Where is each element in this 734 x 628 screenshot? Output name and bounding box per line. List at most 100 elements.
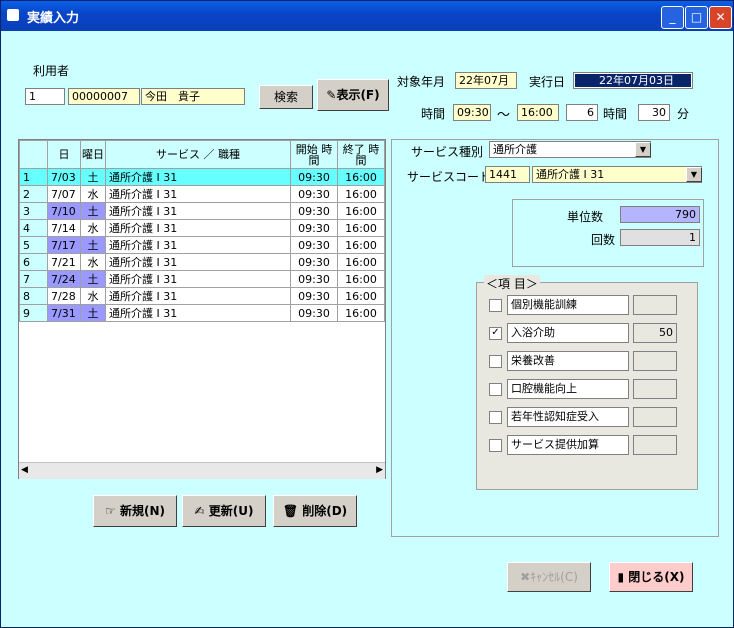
weekday-cell: 土 xyxy=(80,202,106,220)
exec-field[interactable]: 22年07月03日 xyxy=(573,72,693,89)
hours-field[interactable]: 6 xyxy=(566,104,598,121)
items-title: ＜項 目＞ xyxy=(484,275,540,292)
scroll-right-icon[interactable]: ▶ xyxy=(376,465,383,475)
start-cell: 09:30 xyxy=(290,287,338,305)
item-label: 口腔機能向上 xyxy=(507,379,629,399)
service-code-field[interactable]: 1441 xyxy=(485,166,530,183)
unit-field: 790 xyxy=(620,206,700,223)
item-value[interactable] xyxy=(633,435,677,455)
time-label: 時間 xyxy=(421,107,446,121)
item-value[interactable] xyxy=(633,351,677,371)
item-checkbox[interactable] xyxy=(489,383,502,396)
table-row[interactable]: 7 7/24 土通所介護 I 31 09:30 16:00 xyxy=(19,270,385,288)
service-type-select[interactable]: 通所介護 xyxy=(489,141,651,158)
new-button[interactable]: ☞ 新規(N) xyxy=(93,495,177,527)
start-cell: 09:30 xyxy=(290,236,338,254)
weekday-cell: 土 xyxy=(80,304,106,322)
row-number: 3 xyxy=(19,202,48,220)
show-button-label: 表示(F) xyxy=(336,88,380,102)
service-cell: 通所介護 I 31 xyxy=(105,168,291,186)
col-rownum xyxy=(19,140,48,169)
day-cell: 7/10 xyxy=(47,202,81,220)
table-row[interactable]: 5 7/17 土通所介護 I 31 09:30 16:00 xyxy=(19,236,385,254)
item-label: 入浴介助 xyxy=(507,323,629,343)
start-time-field[interactable]: 09:30 xyxy=(453,104,491,121)
window-title: 実績入力 xyxy=(27,11,80,26)
item-checkbox[interactable] xyxy=(489,411,502,424)
service-code-select[interactable]: 通所介護 I 31 xyxy=(532,166,702,183)
row-number: 5 xyxy=(19,236,48,254)
show-button[interactable]: ✎表示(F) xyxy=(317,79,389,111)
close-icon[interactable]: ✕ xyxy=(709,6,732,29)
item-value[interactable]: 50 xyxy=(633,323,677,343)
end-time-field[interactable]: 16:00 xyxy=(517,104,559,121)
close-button[interactable]: ▮ 閉じる(X) xyxy=(609,562,693,592)
service-cell: 通所介護 I 31 xyxy=(105,304,291,322)
item-checkbox[interactable]: ✓ xyxy=(489,327,502,340)
day-cell: 7/07 xyxy=(47,185,81,203)
day-cell: 7/24 xyxy=(47,270,81,288)
end-cell: 16:00 xyxy=(337,270,385,288)
user-code-field[interactable]: 00000007 xyxy=(68,88,140,105)
scroll-left-icon[interactable]: ◀ xyxy=(21,465,28,475)
update-button[interactable]: ✍ 更新(U) xyxy=(182,495,266,527)
item-value[interactable] xyxy=(633,295,677,315)
weekday-cell: 土 xyxy=(80,236,106,254)
chevron-down-icon[interactable]: ▼ xyxy=(686,167,702,182)
start-cell: 09:30 xyxy=(290,202,338,220)
tilde-label: ～ xyxy=(497,108,511,123)
table-row[interactable]: 9 7/31 土通所介護 I 31 09:30 16:00 xyxy=(19,304,385,322)
chevron-down-icon[interactable]: ▼ xyxy=(635,142,651,157)
row-number: 8 xyxy=(19,287,48,305)
row-number: 4 xyxy=(19,219,48,237)
service-cell: 通所介護 I 31 xyxy=(105,236,291,254)
table-row[interactable]: 3 7/10 土通所介護 I 31 09:30 16:00 xyxy=(19,202,385,220)
end-cell: 16:00 xyxy=(337,253,385,271)
delete-button-label: 削除(D) xyxy=(302,504,348,518)
minimize-icon[interactable]: _ xyxy=(661,6,684,29)
row-number: 2 xyxy=(19,185,48,203)
table-row[interactable]: 6 7/21 水通所介護 I 31 09:30 16:00 xyxy=(19,253,385,271)
new-button-label: 新規(N) xyxy=(119,504,165,518)
item-label: 栄養改善 xyxy=(507,351,629,371)
window: 実績入力 _ □ ✕ 利用者 1 00000007 今田 貴子 検索 ✎表示(F… xyxy=(0,0,734,628)
pointing-hand-icon: ☞ xyxy=(105,504,116,518)
end-cell: 16:00 xyxy=(337,185,385,203)
cancel-button[interactable]: ✖ｷｬﾝｾﾙ(C) xyxy=(507,562,591,592)
maximize-icon[interactable]: □ xyxy=(685,6,708,29)
exec-field-value: 22年07月03日 xyxy=(575,74,691,87)
item-label: サービス提供加算 xyxy=(507,435,629,455)
table-row[interactable]: 4 7/14 水通所介護 I 31 09:30 16:00 xyxy=(19,219,385,237)
table-row[interactable]: 8 7/28 水通所介護 I 31 09:30 16:00 xyxy=(19,287,385,305)
edit-icon: ✍ xyxy=(194,504,205,518)
horizontal-scrollbar[interactable]: ◀ ▶ xyxy=(19,462,385,479)
service-cell: 通所介護 I 31 xyxy=(105,202,291,220)
search-button[interactable]: 検索 xyxy=(259,85,313,109)
service-cell: 通所介護 I 31 xyxy=(105,270,291,288)
row-number: 6 xyxy=(19,253,48,271)
item-checkbox[interactable] xyxy=(489,439,502,452)
item-value[interactable] xyxy=(633,407,677,427)
item-label: 若年性認知症受入 xyxy=(507,407,629,427)
item-value[interactable] xyxy=(633,379,677,399)
col-start: 開始 時間 xyxy=(290,140,338,169)
item-checkbox[interactable] xyxy=(489,355,502,368)
minutes-field[interactable]: 30 xyxy=(638,104,670,121)
target-field[interactable]: 22年07月 xyxy=(455,72,517,89)
cancel-button-label: ｷｬﾝｾﾙ(C) xyxy=(530,570,578,584)
delete-button[interactable]: 🗑 削除(D) xyxy=(273,495,357,527)
item-checkbox[interactable] xyxy=(489,299,502,312)
table-row[interactable]: 1 7/03 土通所介護 I 31 09:30 16:00 xyxy=(19,168,385,186)
door-icon: ▮ xyxy=(617,570,625,584)
title-bar: 実績入力 _ □ ✕ xyxy=(1,1,733,31)
start-cell: 09:30 xyxy=(290,185,338,203)
table-row[interactable]: 2 7/07 水通所介護 I 31 09:30 16:00 xyxy=(19,185,385,203)
user-no-field[interactable]: 1 xyxy=(25,88,65,105)
row-number: 1 xyxy=(19,168,48,186)
user-name-field[interactable]: 今田 貴子 xyxy=(141,88,245,105)
target-label: 対象年月 xyxy=(397,75,446,89)
end-cell: 16:00 xyxy=(337,287,385,305)
day-cell: 7/31 xyxy=(47,304,81,322)
col-weekday: 曜日 xyxy=(80,140,106,169)
service-cell: 通所介護 I 31 xyxy=(105,185,291,203)
